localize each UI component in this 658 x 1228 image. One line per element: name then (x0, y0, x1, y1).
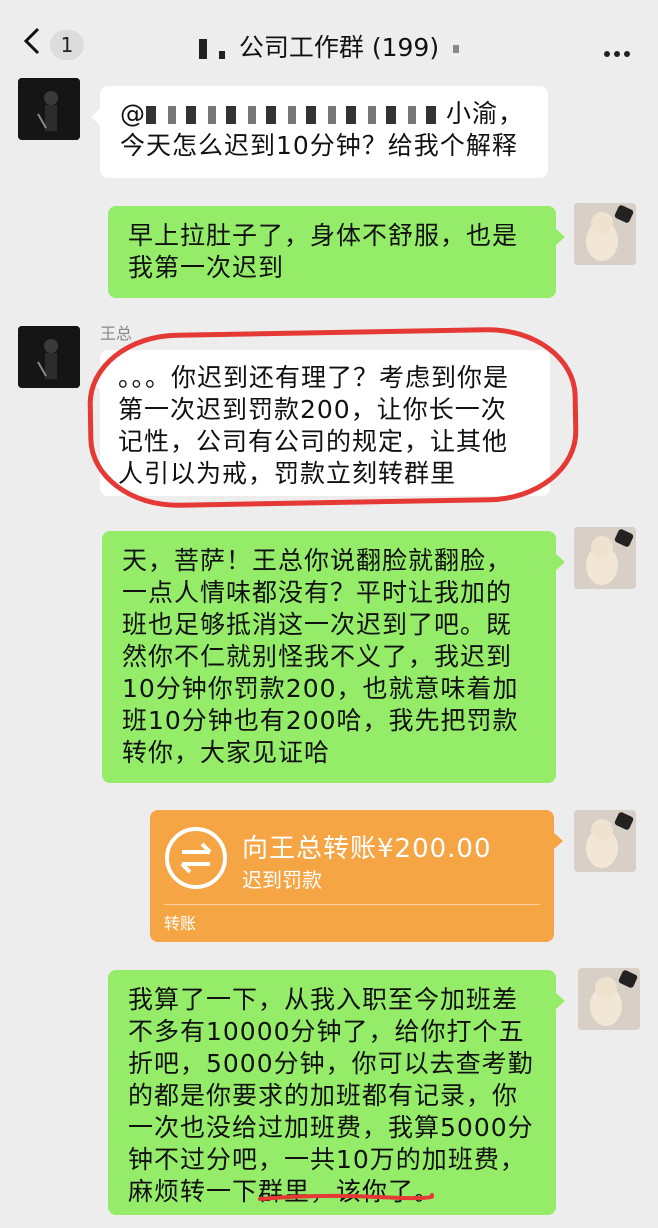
transfer-arrows-icon (165, 827, 227, 889)
my-avatar[interactable] (574, 810, 636, 872)
divider (164, 904, 540, 905)
message-bubble-incoming[interactable]: @ 小渝， 今天怎么迟到10分钟？给我个解释 (91, 86, 548, 178)
boss-avatar[interactable] (18, 78, 80, 140)
redaction-mark (198, 39, 207, 59)
transfer-type-label: 转账 (164, 914, 197, 933)
my-avatar[interactable] (578, 968, 640, 1030)
redaction-mark (453, 45, 460, 53)
message-bubble-outgoing[interactable]: 天，菩萨！王总你说翻脸就翻脸，一点人情味都没有？平时让我加的班也足够抵消这一次迟… (102, 531, 565, 783)
redaction-mark (218, 51, 225, 59)
redacted-mentions (146, 106, 446, 124)
transfer-memo: 迟到罚款 (242, 868, 322, 892)
message-bubble-outgoing[interactable]: 我算了一下，从我入职至今加班差不多有10000分钟了，给你打个五折吧，5000分… (108, 970, 565, 1215)
transfer-card[interactable]: 向王总转账¥200.00 迟到罚款 转账 (150, 810, 563, 942)
boss-avatar[interactable] (18, 326, 80, 388)
red-highlight-circle (86, 325, 580, 510)
my-avatar[interactable] (574, 527, 636, 589)
chat-title-text: 公司工作群 (199) (238, 33, 440, 62)
red-underline-mark (258, 1193, 434, 1201)
message-line: 今天怎么迟到10分钟？给我个解释 (120, 131, 518, 160)
message-line: @ 小渝， (120, 99, 525, 128)
message-bubble-outgoing[interactable]: 早上拉肚子了，身体不舒服，也是我第一次迟到 (108, 206, 565, 298)
transfer-amount: 向王总转账¥200.00 (242, 834, 492, 864)
sender-name: 王总 (100, 324, 133, 343)
chat-title: 公司工作群 (199) (0, 28, 658, 64)
more-options-icon[interactable] (604, 42, 636, 57)
chat-header: 1 公司工作群 (199) (0, 0, 658, 78)
my-avatar[interactable] (574, 203, 636, 265)
